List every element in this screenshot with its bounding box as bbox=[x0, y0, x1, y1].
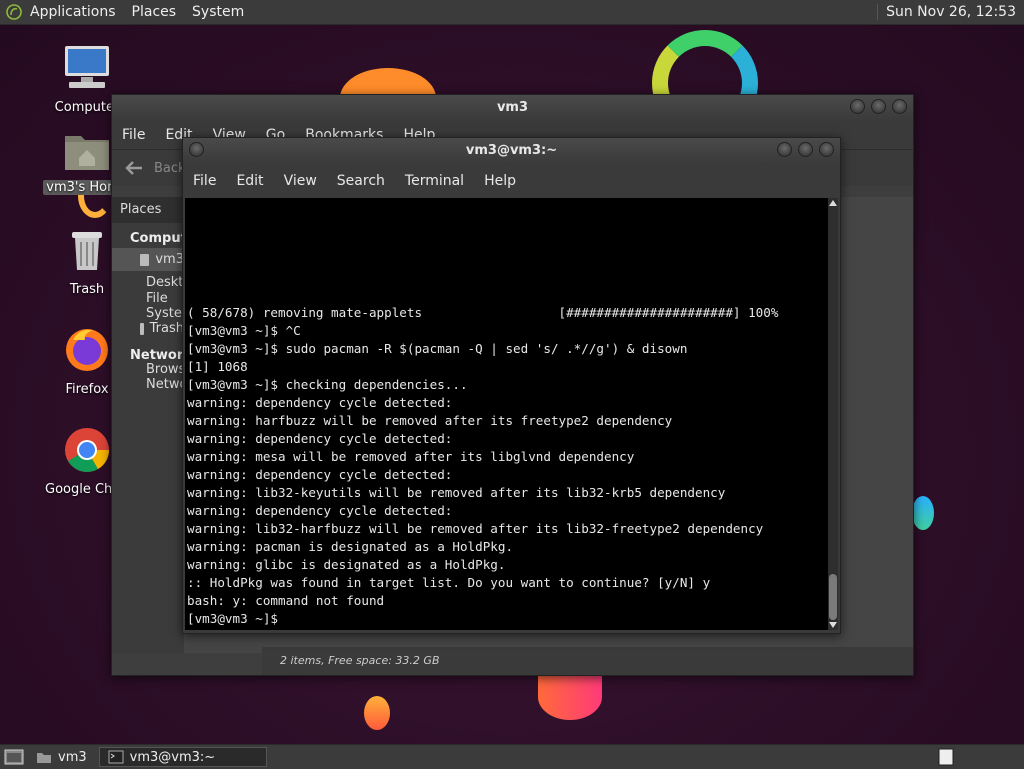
terminal-line: warning: glibc is designated as a HoldPk… bbox=[187, 557, 506, 572]
computer-icon bbox=[65, 46, 109, 88]
terminal-menubar: File Edit View Search Terminal Help bbox=[183, 164, 840, 198]
wallpaper-small-orange-shape bbox=[364, 696, 390, 730]
taskbar-item-terminal[interactable]: vm3@vm3:~ bbox=[98, 747, 267, 767]
status-bar: 2 items, Free space: 33.2 GB bbox=[262, 647, 913, 675]
terminal-line: ( 58/678) removing mate-applets [#######… bbox=[187, 305, 779, 320]
maximize-button[interactable] bbox=[798, 142, 813, 157]
terminal-line: [vm3@vm3 ~]$ ^C bbox=[187, 323, 301, 338]
menu-file[interactable]: File bbox=[112, 127, 155, 143]
terminal-line: warning: mesa will be removed after its … bbox=[187, 449, 635, 464]
scrollbar-thumb[interactable] bbox=[829, 574, 837, 620]
trash-icon bbox=[140, 322, 144, 335]
system-menu[interactable]: System bbox=[184, 0, 252, 24]
home-folder-icon bbox=[37, 753, 51, 763]
terminal-line: warning: dependency cycle detected: bbox=[187, 503, 453, 518]
taskbar-item-label: vm3@vm3:~ bbox=[129, 749, 216, 765]
terminal-line: warning: dependency cycle detected: bbox=[187, 467, 453, 482]
wallpaper-pink-shape bbox=[538, 674, 602, 720]
terminal-line: bash: y: command not found bbox=[187, 593, 385, 608]
maximize-button[interactable] bbox=[871, 99, 886, 114]
close-button[interactable] bbox=[819, 142, 834, 157]
terminal-line: warning: lib32-harfbuzz will be removed … bbox=[187, 521, 764, 536]
mate-logo-icon[interactable] bbox=[6, 4, 22, 20]
place-browse-network[interactable]: Browse Network bbox=[112, 362, 200, 392]
terminal-icon bbox=[108, 750, 124, 764]
place-home[interactable]: vm3 bbox=[112, 248, 184, 271]
terminal-line: warning: dependency cycle detected: bbox=[187, 395, 453, 410]
taskbar-item-file-manager[interactable]: vm3 bbox=[28, 747, 95, 767]
terminal-line: warning: lib32-keyutils will be removed … bbox=[187, 485, 726, 500]
places-header[interactable]: Places bbox=[112, 197, 184, 223]
window-menu-button[interactable] bbox=[189, 142, 204, 157]
close-button[interactable] bbox=[892, 99, 907, 114]
terminal-line: [vm3@vm3 ~]$ checking dependencies... bbox=[187, 377, 468, 392]
desktop-icon-label: Firefox bbox=[65, 382, 109, 397]
scroll-down-icon[interactable] bbox=[829, 622, 837, 628]
place-filesystem[interactable]: File System bbox=[112, 291, 194, 321]
applications-menu[interactable]: Applications bbox=[22, 0, 124, 24]
window-title: vm3 bbox=[496, 100, 529, 115]
wallpaper-blue-shape bbox=[912, 496, 934, 530]
places-menu[interactable]: Places bbox=[124, 0, 185, 24]
menu-edit[interactable]: Edit bbox=[226, 173, 273, 189]
clock[interactable]: Sun Nov 26, 12:53 bbox=[877, 4, 1024, 20]
menu-file[interactable]: File bbox=[183, 173, 226, 189]
terminal-window: vm3@vm3:~ File Edit View Search Terminal… bbox=[182, 137, 841, 634]
terminal-screen[interactable]: ( 58/678) removing mate-applets [#######… bbox=[185, 198, 828, 630]
terminal-line: [vm3@vm3 ~]$ bbox=[187, 611, 278, 626]
workspace-switcher-icon[interactable] bbox=[938, 748, 954, 766]
back-arrow-icon bbox=[125, 161, 142, 175]
places-sidebar: Places Computer vm3 Desktop File System … bbox=[112, 197, 203, 653]
menu-view[interactable]: View bbox=[274, 173, 327, 189]
menu-help[interactable]: Help bbox=[474, 173, 526, 189]
home-icon bbox=[140, 253, 150, 266]
terminal-line: [vm3@vm3 ~]$ sudo pacman -R $(pacman -Q … bbox=[187, 341, 688, 356]
place-label: Trash bbox=[149, 321, 184, 336]
bottom-panel: vm3 vm3@vm3:~ bbox=[0, 744, 1024, 769]
terminal-line: warning: harfbuzz will be removed after … bbox=[187, 413, 673, 428]
trash-icon bbox=[72, 232, 102, 270]
menu-terminal[interactable]: Terminal bbox=[395, 173, 474, 189]
menu-search[interactable]: Search bbox=[327, 173, 395, 189]
back-button[interactable]: Back bbox=[112, 160, 186, 176]
top-panel: Applications Places System Sun Nov 26, 1… bbox=[0, 0, 1024, 25]
minimize-button[interactable] bbox=[777, 142, 792, 157]
terminal-output: ( 58/678) removing mate-applets [#######… bbox=[187, 304, 828, 628]
terminal-line: warning: pacman is designated as a HoldP… bbox=[187, 539, 514, 554]
minimize-button[interactable] bbox=[850, 99, 865, 114]
section-computer: Computer bbox=[130, 231, 203, 246]
taskbar-item-label: vm3 bbox=[58, 749, 87, 765]
file-manager-titlebar[interactable]: vm3 bbox=[112, 95, 913, 121]
terminal-line: :: HoldPkg was found in target list. Do … bbox=[187, 575, 711, 590]
terminal-line: warning: dependency cycle detected: bbox=[187, 431, 453, 446]
show-desktop-icon[interactable] bbox=[4, 748, 24, 766]
terminal-titlebar[interactable]: vm3@vm3:~ bbox=[183, 138, 840, 164]
scroll-up-icon[interactable] bbox=[829, 200, 837, 206]
back-label: Back bbox=[154, 160, 186, 176]
window-title: vm3@vm3:~ bbox=[465, 143, 558, 158]
chrome-icon bbox=[65, 428, 109, 472]
terminal-line: [1] 1068 bbox=[187, 359, 248, 374]
desktop-icon-label: Trash bbox=[69, 282, 105, 297]
home-folder-icon bbox=[65, 136, 109, 170]
place-label: vm3 bbox=[155, 252, 184, 267]
terminal-scrollbar[interactable] bbox=[828, 198, 838, 630]
firefox-icon bbox=[66, 329, 108, 371]
